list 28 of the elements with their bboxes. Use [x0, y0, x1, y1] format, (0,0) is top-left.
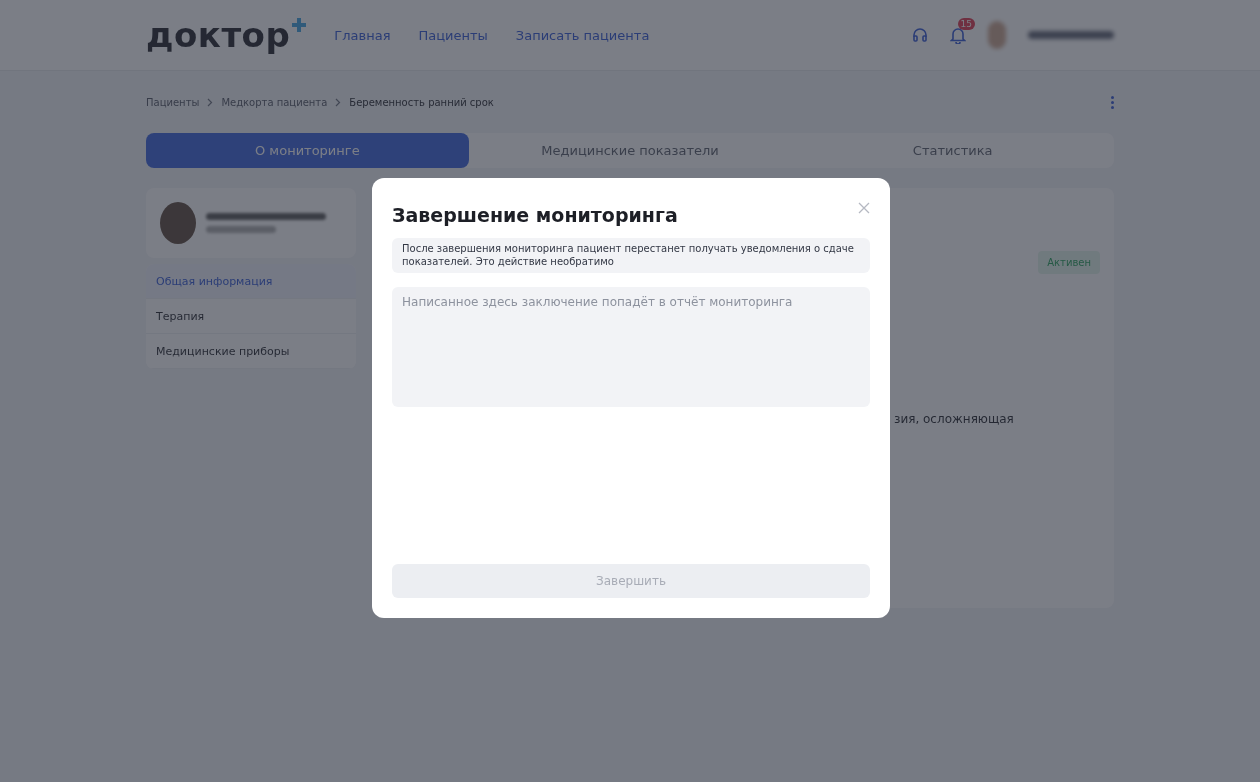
headset-icon[interactable] [912, 27, 928, 43]
tab[interactable]: Статистика [791, 133, 1114, 168]
breadcrumb[interactable]: Медкорта пациента [221, 96, 328, 108]
more-icon[interactable] [1111, 95, 1114, 109]
chevron-icon [207, 97, 214, 107]
tab[interactable]: Медицинские показатели [468, 133, 792, 168]
cross-logo-icon [292, 18, 307, 32]
notification-count: 15 [957, 18, 975, 30]
nav-link[interactable]: Пациенты [418, 27, 488, 43]
breadcrumb[interactable]: Пациенты [146, 96, 200, 108]
breadcrumb: Беременность ранний срок [349, 96, 494, 108]
nav-link[interactable]: Главная [334, 27, 391, 43]
diagnosis-text: зия, осложняющая [894, 412, 1014, 426]
close-button[interactable] [858, 202, 870, 214]
conclusion-field[interactable]: Написанное здесь заключение попадёт в отчёт мониторинга [392, 287, 870, 407]
chevron-icon [335, 97, 342, 107]
photo-placeholder [160, 202, 196, 244]
sidebar-item[interactable]: Общая информация [146, 264, 356, 299]
tab[interactable]: О мониторинге [146, 133, 469, 168]
warning-notice: После завершения мониторинга пациент перестанет получать уведомления о сдаче показателей. Это действие необратимо [392, 238, 870, 273]
nav-link[interactable]: Записать пациента [515, 27, 650, 43]
avatar[interactable] [988, 21, 1006, 49]
close-icon [858, 202, 870, 214]
bell-icon[interactable] [950, 26, 966, 44]
status-badge: Активен [1038, 251, 1100, 274]
modal-title: Завершение мониторинга [392, 204, 678, 226]
blurred-patient-details [206, 226, 276, 233]
logo-text: доктор [146, 18, 291, 52]
